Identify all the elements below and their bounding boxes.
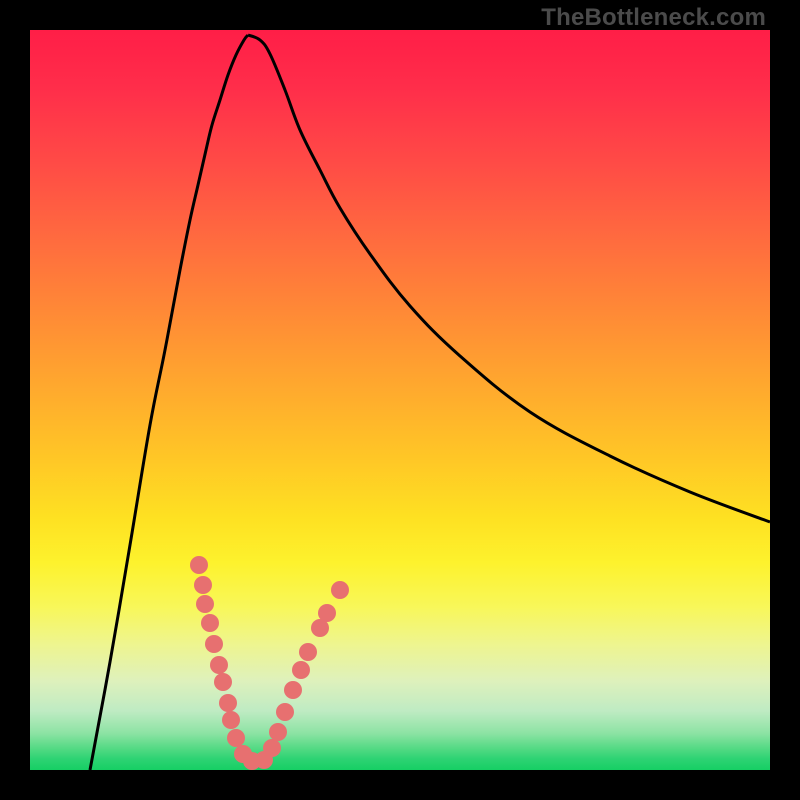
data-marker [318, 604, 336, 622]
data-marker [299, 643, 317, 661]
plot-area [30, 30, 770, 770]
data-marker [227, 729, 245, 747]
data-marker [194, 576, 212, 594]
data-marker [219, 694, 237, 712]
data-marker [331, 581, 349, 599]
attribution-label: TheBottleneck.com [541, 4, 766, 32]
data-marker [205, 635, 223, 653]
data-marker [292, 661, 310, 679]
marker-group [190, 556, 349, 770]
data-marker [284, 681, 302, 699]
chart-frame: TheBottleneck.com [0, 0, 800, 800]
data-marker [276, 703, 294, 721]
data-marker [222, 711, 240, 729]
data-marker [214, 673, 232, 691]
data-marker [269, 723, 287, 741]
chart-svg [30, 30, 770, 770]
data-marker [201, 614, 219, 632]
data-marker [210, 656, 228, 674]
right-curve [248, 35, 770, 522]
data-marker [263, 739, 281, 757]
data-marker [196, 595, 214, 613]
data-marker [190, 556, 208, 574]
